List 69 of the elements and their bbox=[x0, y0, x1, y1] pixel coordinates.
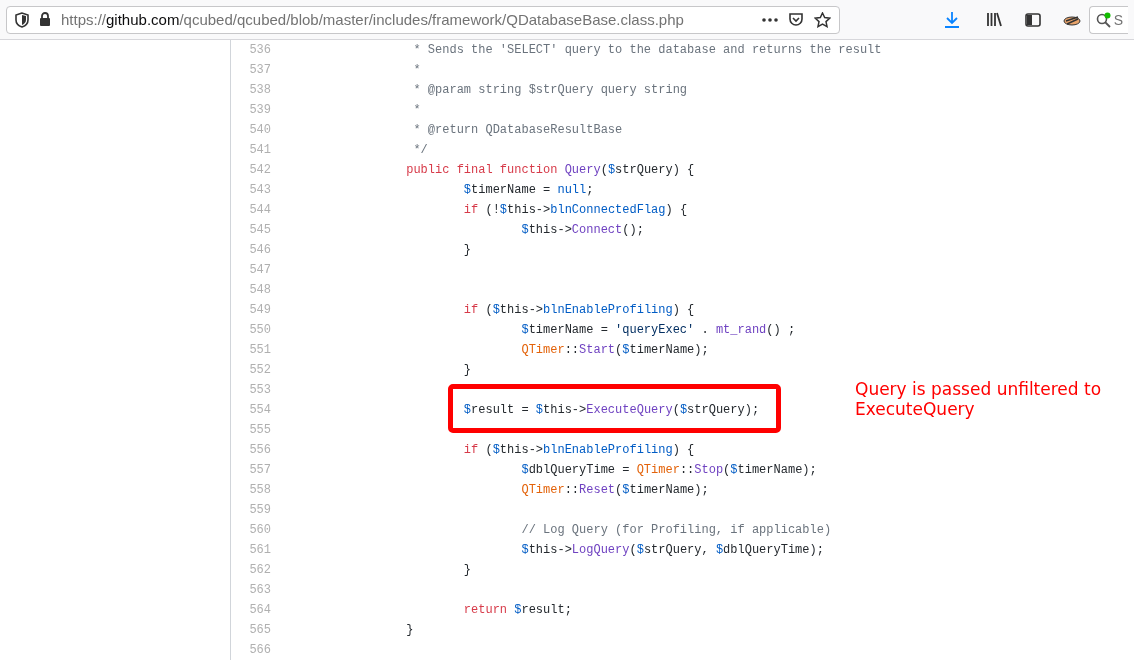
code-line: */ bbox=[412, 143, 428, 157]
line-number: 536 bbox=[248, 43, 271, 57]
line-number: 563 bbox=[248, 583, 271, 597]
star-icon[interactable] bbox=[814, 11, 832, 28]
code-line: return $result; bbox=[462, 603, 572, 617]
code-line: $timerName = null; bbox=[462, 183, 594, 197]
line-number: 559 bbox=[248, 503, 271, 517]
code-line: $this->Connect(); bbox=[520, 223, 644, 237]
download-icon[interactable] bbox=[944, 11, 961, 28]
line-number: 538 bbox=[248, 83, 271, 97]
line-number: 545 bbox=[248, 223, 271, 237]
code-line: } bbox=[462, 563, 472, 577]
line-number: 551 bbox=[248, 343, 271, 357]
code-line: * Sends the 'SELECT' query to the database and returns the result bbox=[412, 43, 882, 57]
line-number: 566 bbox=[248, 643, 271, 657]
line-number: 540 bbox=[248, 123, 271, 137]
line-number: 550 bbox=[248, 323, 271, 337]
shield-icon[interactable] bbox=[15, 11, 29, 28]
code-line: if ($this->blnEnableProfiling) { bbox=[462, 303, 695, 317]
line-number: 539 bbox=[248, 103, 271, 117]
code-line: * bbox=[412, 103, 421, 117]
line-number: 542 bbox=[248, 163, 271, 177]
line-number: 541 bbox=[248, 143, 271, 157]
code-line: } bbox=[462, 363, 472, 377]
line-number: 558 bbox=[248, 483, 271, 497]
line-number: 552 bbox=[248, 363, 271, 377]
code-line: } bbox=[405, 623, 414, 637]
line-number: 556 bbox=[248, 443, 271, 457]
search-placeholder: S bbox=[1113, 11, 1124, 28]
line-number: 549 bbox=[248, 303, 271, 317]
code-line: if ($this->blnEnableProfiling) { bbox=[462, 443, 695, 457]
library-icon[interactable] bbox=[985, 12, 1003, 27]
line-number: 546 bbox=[248, 243, 271, 257]
line-number: 543 bbox=[248, 183, 271, 197]
code-line: if (!$this->blnConnectedFlag) { bbox=[462, 203, 688, 217]
line-number: 544 bbox=[248, 203, 271, 217]
line-number: 553 bbox=[248, 383, 271, 397]
line-number: 562 bbox=[248, 563, 271, 577]
code-line: * bbox=[412, 63, 421, 77]
code-line: QTimer::Start($timerName); bbox=[520, 343, 709, 357]
line-number: 564 bbox=[248, 603, 271, 617]
line-number: 554 bbox=[248, 403, 271, 417]
line-number: 560 bbox=[248, 523, 271, 537]
code-line: public final function Query($strQuery) { bbox=[405, 163, 695, 177]
code-line: $result = $this->ExecuteQuery($strQuery); bbox=[462, 403, 760, 417]
code-line: * @return QDatabaseResultBase bbox=[412, 123, 623, 137]
line-number: 561 bbox=[248, 543, 271, 557]
lock-icon bbox=[39, 12, 51, 27]
line-number: 555 bbox=[248, 423, 271, 437]
line-number: 565 bbox=[248, 623, 271, 637]
sidebar-icon[interactable] bbox=[1024, 12, 1041, 27]
code-line: // Log Query (for Profiling, if applicable) bbox=[520, 523, 832, 537]
annotation-text: Query is passed unfiltered to ExecuteQuery bbox=[855, 379, 1103, 419]
code-line: $dblQueryTime = QTimer::Stop($timerName); bbox=[520, 463, 817, 477]
code-line: $this->LogQuery($strQuery, $dblQueryTime); bbox=[520, 543, 824, 557]
pocket-icon[interactable] bbox=[788, 11, 805, 28]
code-line: QTimer::Reset($timerName); bbox=[520, 483, 709, 497]
address-bar[interactable]: https://github.com/qcubed/qcubed/blob/master/includes/framework/QDatabaseBase.class.php bbox=[6, 5, 841, 34]
line-number: 548 bbox=[248, 283, 271, 297]
code-line: * @param string $strQuery query string bbox=[412, 83, 688, 97]
line-number: 547 bbox=[248, 263, 271, 277]
search-icon bbox=[1095, 11, 1112, 28]
line-number: 537 bbox=[248, 63, 271, 77]
code-line: $timerName = 'queryExec' . mt_rand() ; bbox=[520, 323, 796, 337]
code-line: } bbox=[462, 243, 472, 257]
more-icon[interactable] bbox=[762, 17, 779, 22]
line-number: 557 bbox=[248, 463, 271, 477]
search-field[interactable]: S bbox=[1088, 5, 1128, 34]
url-text: https://github.com/qcubed/qcubed/blob/master/includes/framework/QDatabaseBase.class.php bbox=[61, 11, 685, 28]
